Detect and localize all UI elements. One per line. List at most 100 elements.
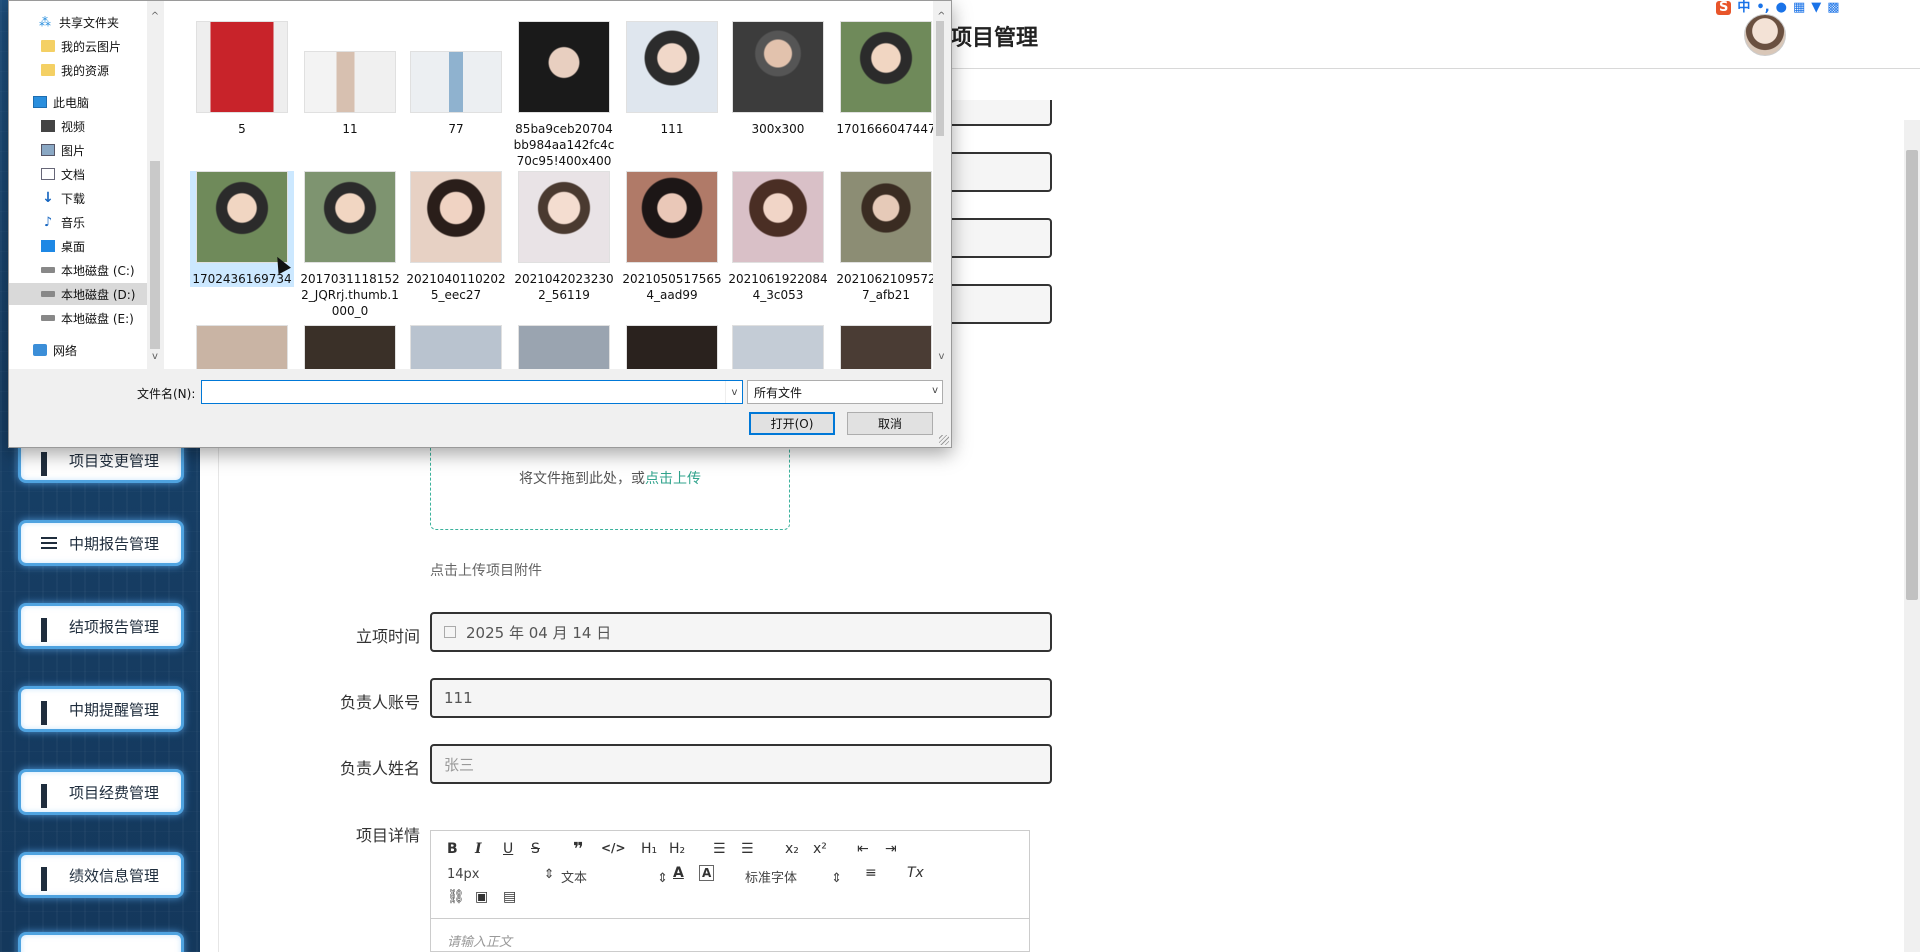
file-item[interactable]: 5 — [190, 21, 294, 137]
nav-item-network[interactable]: 网络 — [33, 339, 77, 361]
name-label: 负责人姓名 — [339, 759, 420, 778]
punctuation-icon[interactable]: •, — [1756, 1, 1769, 15]
file-item[interactable] — [620, 325, 724, 369]
chevron-down-icon[interactable]: v — [725, 381, 743, 403]
chevron-down-icon[interactable]: v — [147, 351, 163, 362]
file-item[interactable]: 77 — [404, 21, 508, 137]
italic-icon[interactable]: I — [475, 841, 482, 857]
chevron-down-icon: v — [932, 385, 938, 396]
nav-item-music[interactable]: ♪ 音乐 — [41, 211, 85, 233]
file-item[interactable]: 20210621095727_afb21 — [834, 171, 938, 303]
file-item[interactable]: 20170311181522_JQRrj.thumb.1000_0 — [298, 171, 402, 319]
superscript-icon[interactable]: x² — [813, 841, 827, 857]
outdent-icon[interactable]: ⇤ — [857, 841, 869, 857]
file-thumbnail — [732, 171, 824, 263]
nav-scrollbar[interactable]: ^ v — [147, 1, 163, 369]
nav-item-pictures[interactable]: 图片 — [41, 139, 85, 161]
date-field[interactable]: 2025 年 04 月 14 日 — [430, 612, 1052, 652]
blockquote-icon[interactable]: ❞ — [573, 839, 584, 860]
file-item[interactable]: 20210505175654_aad99 — [620, 171, 724, 303]
sidebar-item-midterm-reminder[interactable]: 中期提醒管理 — [18, 686, 184, 732]
apps-icon[interactable]: ▩ — [1827, 1, 1839, 15]
sidebar-item-performance[interactable]: 绩效信息管理 — [18, 852, 184, 898]
font-size-select[interactable]: 14px ⇕ — [447, 867, 555, 882]
account-field[interactable]: 111 — [430, 678, 1052, 718]
sidebar-item-final-report[interactable]: 结项报告管理 — [18, 603, 184, 649]
chevron-up-icon[interactable]: ^ — [147, 11, 163, 22]
nav-item-drive-d[interactable]: 本地磁盘 (D:) — [9, 283, 147, 305]
sogou-icon[interactable]: S — [1716, 1, 1732, 15]
open-button[interactable]: 打开(O) — [749, 412, 835, 435]
file-item[interactable] — [512, 325, 616, 369]
indent-icon[interactable]: ⇥ — [885, 841, 897, 857]
rich-text-editor[interactable]: B I U S ❞ </> H₁ H₂ ☰ ☰ x₂ x² ⇤ ⇥ 14px ⇕… — [430, 830, 1030, 952]
font-family-value: 标准字体 — [745, 871, 798, 886]
resize-grip[interactable] — [939, 435, 949, 445]
file-thumbnail — [304, 51, 396, 113]
file-item[interactable]: 20210619220844_3c053 — [726, 171, 830, 303]
filetype-select[interactable]: 所有文件 v — [747, 380, 943, 404]
video-icon[interactable]: ▤ — [503, 889, 516, 905]
heading2-icon[interactable]: H₂ — [669, 841, 685, 857]
clear-format-icon[interactable]: Tx — [907, 865, 924, 881]
nav-item-this-pc[interactable]: 此电脑 — [33, 91, 89, 113]
bold-icon[interactable]: B — [447, 841, 458, 857]
upload-hint: 点击上传项目附件 — [430, 563, 542, 579]
page-scrollbar-thumb[interactable] — [1906, 150, 1918, 600]
file-item[interactable] — [404, 325, 508, 369]
bullet-list-icon[interactable]: ☰ — [741, 841, 754, 857]
font-color-icon[interactable]: A — [673, 865, 684, 881]
strikethrough-icon[interactable]: S — [531, 841, 540, 857]
nav-scrollbar-thumb[interactable] — [150, 161, 160, 349]
ordered-list-icon[interactable]: ☰ — [713, 841, 726, 857]
file-item[interactable] — [190, 325, 294, 369]
nav-item-cloud-pictures[interactable]: 我的云图片 — [41, 35, 121, 57]
file-item[interactable]: 85ba9ceb20704bb984aa142fc4c70c95!400x400 — [512, 21, 616, 169]
underline-icon[interactable]: U — [503, 841, 513, 857]
file-item[interactable]: 11 — [298, 21, 402, 137]
upload-link[interactable]: 点击上传 — [645, 471, 701, 487]
cancel-button[interactable]: 取消 — [847, 412, 933, 435]
file-item[interactable] — [834, 325, 938, 369]
file-item[interactable]: 111 — [620, 21, 724, 137]
filename-input[interactable] — [201, 380, 743, 404]
nav-item-drive-c[interactable]: 本地磁盘 (C:) — [41, 259, 135, 281]
font-family-select[interactable]: 标准字体 ⇕ — [745, 867, 842, 886]
file-item[interactable]: 20210401102025_eec27 — [404, 171, 508, 303]
nav-item-videos[interactable]: 视频 — [41, 115, 85, 137]
file-item[interactable]: 300x300 — [726, 21, 830, 137]
nav-item-desktop[interactable]: 桌面 — [41, 235, 85, 257]
subscript-icon[interactable]: x₂ — [785, 841, 799, 857]
chevron-down-icon[interactable]: v — [933, 351, 944, 362]
sidebar-item-midterm-report[interactable]: 中期报告管理 — [18, 520, 184, 566]
page-scrollbar[interactable] — [1904, 120, 1920, 952]
nav-item-documents[interactable]: 文档 — [41, 163, 85, 185]
upload-dropzone[interactable]: 将文件拖到此处，或点击上传 — [430, 440, 790, 530]
nav-item-my-resources[interactable]: 我的资源 — [41, 59, 109, 81]
code-icon[interactable]: </> — [601, 841, 626, 855]
file-item[interactable]: 1701666047447 — [834, 21, 938, 137]
block-format-select[interactable]: 文本 ⇕ — [561, 867, 668, 886]
name-field[interactable]: 张三 — [430, 744, 1052, 784]
background-color-icon[interactable]: A — [699, 865, 715, 881]
heading1-icon[interactable]: H₁ — [641, 841, 657, 857]
mic-icon[interactable]: ● — [1776, 1, 1787, 15]
align-icon[interactable]: ≡ — [865, 865, 877, 881]
file-list-scrollbar[interactable]: ^ v — [933, 1, 944, 369]
ime-zh-icon[interactable]: 中 — [1737, 1, 1750, 15]
nav-item-drive-e[interactable]: 本地磁盘 (E:) — [41, 307, 134, 329]
shirt-icon[interactable]: ▼ — [1811, 1, 1821, 15]
nav-item-downloads[interactable]: ↓ 下载 — [41, 187, 85, 209]
file-item[interactable]: 20210420232302_56119 — [512, 171, 616, 303]
nav-item-shared-folder[interactable]: ⁂ 共享文件夹 — [39, 11, 119, 33]
image-icon[interactable]: ▣ — [475, 889, 488, 905]
avatar[interactable] — [1744, 14, 1786, 56]
link-icon[interactable]: ⛓ — [447, 889, 465, 905]
sidebar-item-more[interactable] — [18, 932, 184, 952]
name-placeholder: 张三 — [444, 755, 475, 774]
file-item[interactable] — [726, 325, 830, 369]
keyboard-icon[interactable]: ▦ — [1793, 1, 1805, 15]
file-item[interactable] — [298, 325, 402, 369]
file-list-scrollbar-thumb[interactable] — [936, 21, 944, 136]
sidebar-item-project-funding[interactable]: 项目经费管理 — [18, 769, 184, 815]
